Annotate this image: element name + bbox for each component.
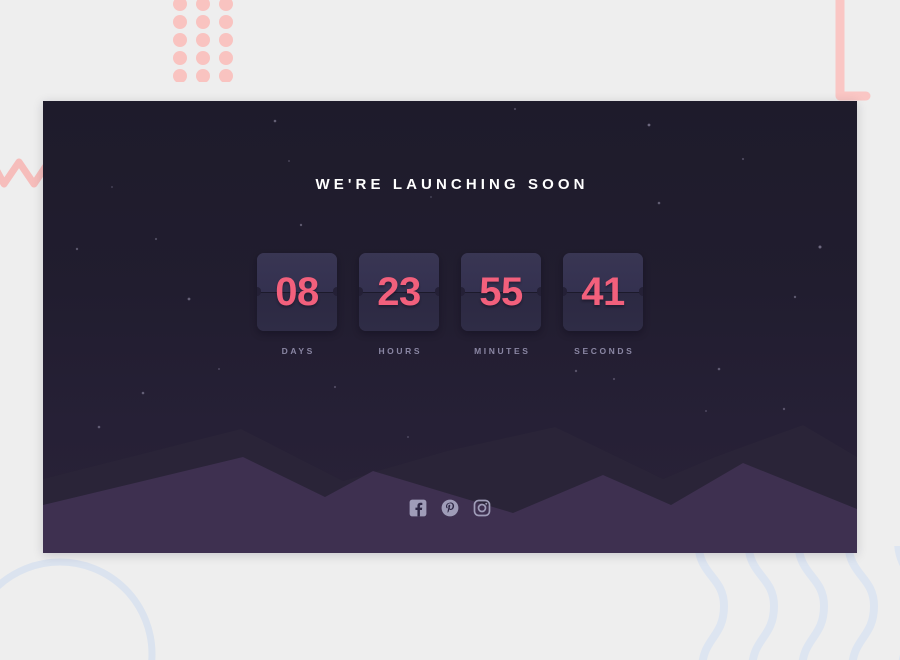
corner-line-decoration [835,0,871,101]
wavy-lines-decoration [694,546,900,660]
countdown-unit-minutes: 55 MINUTES [461,253,541,356]
countdown-value-seconds: 41 [581,269,625,314]
countdown-label-hours: HOURS [378,346,423,356]
countdown-label-days: DAYS [281,346,315,356]
page-title: WE'RE LAUNCHING SOON [315,176,589,193]
countdown-label-seconds: SECONDS [574,346,635,356]
flip-card-days: 08 [257,253,337,331]
pinterest-icon[interactable] [441,499,459,517]
social-links [43,499,857,517]
dot-grid-decoration [173,0,233,82]
countdown-timer: 08 DAYS 23 HOURS 55 MINUTES 41 SECONDS [43,253,857,356]
countdown-value-minutes: 55 [479,269,523,314]
flip-card-hours: 23 [359,253,439,331]
page-background: WE'RE LAUNCHING SOON 08 DAYS 23 HOURS 55… [0,0,900,660]
facebook-icon[interactable] [409,499,427,517]
countdown-value-days: 08 [275,269,319,314]
flip-card-seconds: 41 [563,253,643,331]
hero-panel: WE'RE LAUNCHING SOON 08 DAYS 23 HOURS 55… [43,101,857,553]
countdown-unit-days: 08 DAYS [257,253,337,356]
countdown-unit-seconds: 41 SECONDS [563,253,643,356]
countdown-value-hours: 23 [377,269,421,314]
countdown-unit-hours: 23 HOURS [359,253,439,356]
circle-outline-decoration [0,558,156,660]
mountain-silhouettes [43,425,857,553]
countdown-label-minutes: MINUTES [474,346,531,356]
instagram-icon[interactable] [473,499,491,517]
flip-card-minutes: 55 [461,253,541,331]
